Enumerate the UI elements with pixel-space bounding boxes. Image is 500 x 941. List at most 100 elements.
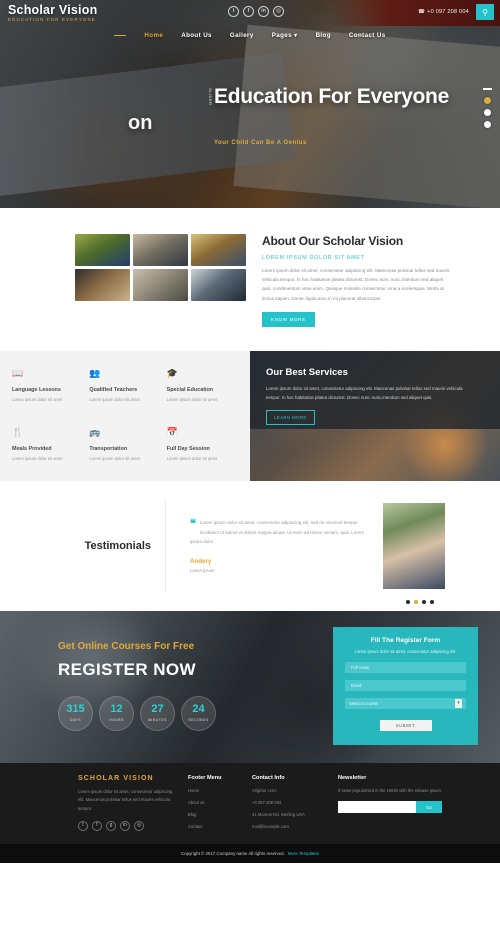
feature-title: Meals Provided (12, 445, 52, 452)
nav-item-blog[interactable]: Blog (316, 32, 331, 39)
register-form-subtitle: Lorem ipsum dolor sit amet, consectetur … (354, 648, 457, 654)
countdown-minutes-value: 27 (151, 703, 164, 716)
countdown-days: 315 DAYS (58, 695, 93, 731)
slider-dot-2[interactable] (484, 109, 491, 116)
learn-more-button[interactable]: LEARN MORE (266, 410, 315, 426)
countdown-hours-label: HOURS (109, 718, 124, 723)
services-heading: Our Best Services (266, 366, 348, 378)
about-text-block: About Our Scholar Vision LOREM IPSUM DOL… (262, 234, 450, 327)
testimonials-section: Testimonials ❝ Lorem ipsum dolor sit ame… (0, 480, 500, 611)
slider-dot-1[interactable] (484, 97, 491, 104)
testimonial-pagination (406, 600, 434, 605)
best-services-panel: Our Best Services Lorem ipsum dolor sit … (250, 350, 500, 481)
nav-item-about-us[interactable]: About Us (181, 32, 212, 39)
facebook-icon[interactable]: f (92, 820, 102, 831)
feature-item-qualified-teachers[interactable]: 👥 Qualified Teachers Lorem ipsum dolor s… (89, 368, 160, 422)
feature-item-full-day-session[interactable]: 📅 Full Day Session Lorem ipsum dolor sit… (166, 426, 238, 481)
footer-contact-email[interactable]: mail@example.com (252, 824, 338, 829)
countdown-days-value: 315 (66, 703, 85, 716)
dribbble-icon[interactable]: ◎ (134, 820, 144, 831)
slider-dot-3[interactable] (484, 121, 491, 128)
submit-button[interactable]: SUBMIT (379, 719, 432, 731)
search-button[interactable]: ⚲ (476, 4, 494, 20)
testimonial-dot-1[interactable] (406, 600, 410, 605)
register-title: REGISTER NOW (58, 659, 196, 679)
footer-menu-column: Footer Menu Home About us Blog Contact (188, 775, 252, 831)
about-photo-5 (133, 269, 188, 301)
twitter-icon[interactable]: t (78, 820, 88, 831)
footer-menu-item-contact[interactable]: Contact (188, 824, 252, 829)
brand-tagline: EDUCATION FOR EVERYONE (8, 16, 96, 22)
feature-desc: Lorem ipsum dolor sit amet (89, 455, 140, 461)
search-icon: ⚲ (482, 7, 488, 17)
footer-contact-column: Contact Info Virginia, USA +0 097 208 00… (252, 775, 338, 831)
countdown-timer: 315 DAYS 12 HOURS 27 MINUTES 24 SECONDS (58, 695, 216, 731)
testimonial-dot-2[interactable] (414, 600, 418, 605)
copyright-link[interactable]: More Templates (288, 851, 319, 856)
about-body-text: Lorem ipsum dolor sit amet, consectetur … (262, 268, 450, 301)
countdown-seconds-label: SECONDS (188, 718, 209, 723)
about-subheading: LOREM IPSUM DOLOR SIT AMET (262, 255, 365, 261)
testimonial-dot-3[interactable] (422, 600, 426, 605)
feature-desc: Lorem ipsum dolor sit amet (89, 396, 140, 402)
header-social-links: t f in ◎ (228, 6, 284, 17)
know-more-button[interactable]: KNOW MORE (262, 311, 315, 327)
feature-desc: Lorem ipsum dolor sit amet (166, 455, 218, 461)
services-body-text: Lorem ipsum dolor sit amet, consectetur … (266, 385, 463, 400)
feature-item-language-lessons[interactable]: 📖 Language Lessons Lorem ipsum dolor sit… (12, 367, 83, 422)
feature-item-meals-provided[interactable]: 🍴 Meals Provided Lorem ipsum dolor sit a… (12, 426, 83, 481)
register-copy: Get Online Courses For Free REGISTER NOW… (58, 641, 216, 731)
course-select[interactable]: Select a course (345, 697, 466, 709)
hero-banner: Scholar Vision EDUCATION FOR EVERYONE t … (0, 0, 500, 208)
newsletter-go-button[interactable]: Go (416, 801, 442, 814)
testimonial-quote: Lorem ipsum dolor sit amet, consectetur … (190, 520, 365, 544)
nav-item-gallery[interactable]: Gallery (230, 32, 254, 39)
site-logo[interactable]: Scholar Vision EDUCATION FOR EVERYONE (8, 4, 97, 22)
feature-title: Special Education (166, 386, 214, 393)
nav-item-home[interactable]: Home (144, 32, 163, 39)
slider-up-arrow-icon[interactable] (483, 88, 492, 90)
about-heading: About Our Scholar Vision (262, 234, 403, 248)
twitter-icon[interactable]: t (228, 6, 239, 17)
footer-menu-item-home[interactable]: Home (188, 788, 252, 793)
countdown-hours: 12 HOURS (99, 695, 134, 731)
nav-item-contact-us[interactable]: Contact Us (349, 32, 386, 39)
services-text-block: Our Best Services Lorem ipsum dolor sit … (266, 367, 466, 426)
feature-item-transportation[interactable]: 🚌 Transportation Lorem ipsum dolor sit a… (89, 426, 160, 481)
linkedin-icon[interactable]: in (258, 6, 269, 17)
graduation-cap-icon: 🎓 (166, 367, 178, 378)
countdown-seconds: 24 SECONDS (181, 695, 216, 731)
testimonial-author: Andery (190, 558, 212, 566)
services-section: 📖 Language Lessons Lorem ipsum dolor sit… (0, 350, 500, 481)
feature-item-special-education[interactable]: 🎓 Special Education Lorem ipsum dolor si… (166, 367, 238, 422)
countdown-seconds-value: 24 (192, 703, 205, 716)
testimonial-dot-4[interactable] (430, 600, 434, 605)
dribbble-icon[interactable]: ◎ (273, 6, 284, 17)
newsletter-text: If news popularised in the 1960s with th… (338, 787, 443, 793)
about-photo-grid (75, 234, 250, 327)
newsletter-input[interactable] (338, 801, 416, 814)
full-name-input[interactable] (345, 661, 466, 673)
linkedin-icon[interactable]: in (120, 820, 130, 831)
register-form-title: Fill The Register Form (370, 636, 441, 644)
bus-icon: 🚌 (89, 426, 101, 437)
nav-item-pages[interactable]: Pages ▾ (272, 32, 298, 39)
footer-menu-item-blog[interactable]: Blog (188, 812, 252, 817)
book-icon: 📖 (12, 367, 24, 378)
email-input[interactable] (345, 679, 466, 691)
about-photo-1 (75, 234, 130, 266)
facebook-icon[interactable]: f (243, 6, 254, 17)
about-photo-2 (133, 234, 188, 266)
nav-dash (114, 34, 127, 36)
footer-social-links: t f g in ◎ (78, 820, 188, 831)
about-photo-3 (191, 234, 246, 266)
cutlery-icon: 🍴 (12, 426, 24, 437)
google-plus-icon[interactable]: g (106, 820, 116, 831)
footer-contact-location: Virginia, USA (252, 787, 277, 793)
register-section: Get Online Courses For Free REGISTER NOW… (0, 610, 500, 763)
copyright-text: Copyright © 2017 Company name All rights… (181, 850, 285, 856)
feature-desc: Lorem ipsum dolor sit amet (12, 455, 63, 461)
header-phone-number: +0 097 208 004 (427, 9, 469, 15)
calendar-icon: 📅 (166, 426, 178, 437)
footer-menu-item-about-us[interactable]: About us (188, 800, 252, 805)
